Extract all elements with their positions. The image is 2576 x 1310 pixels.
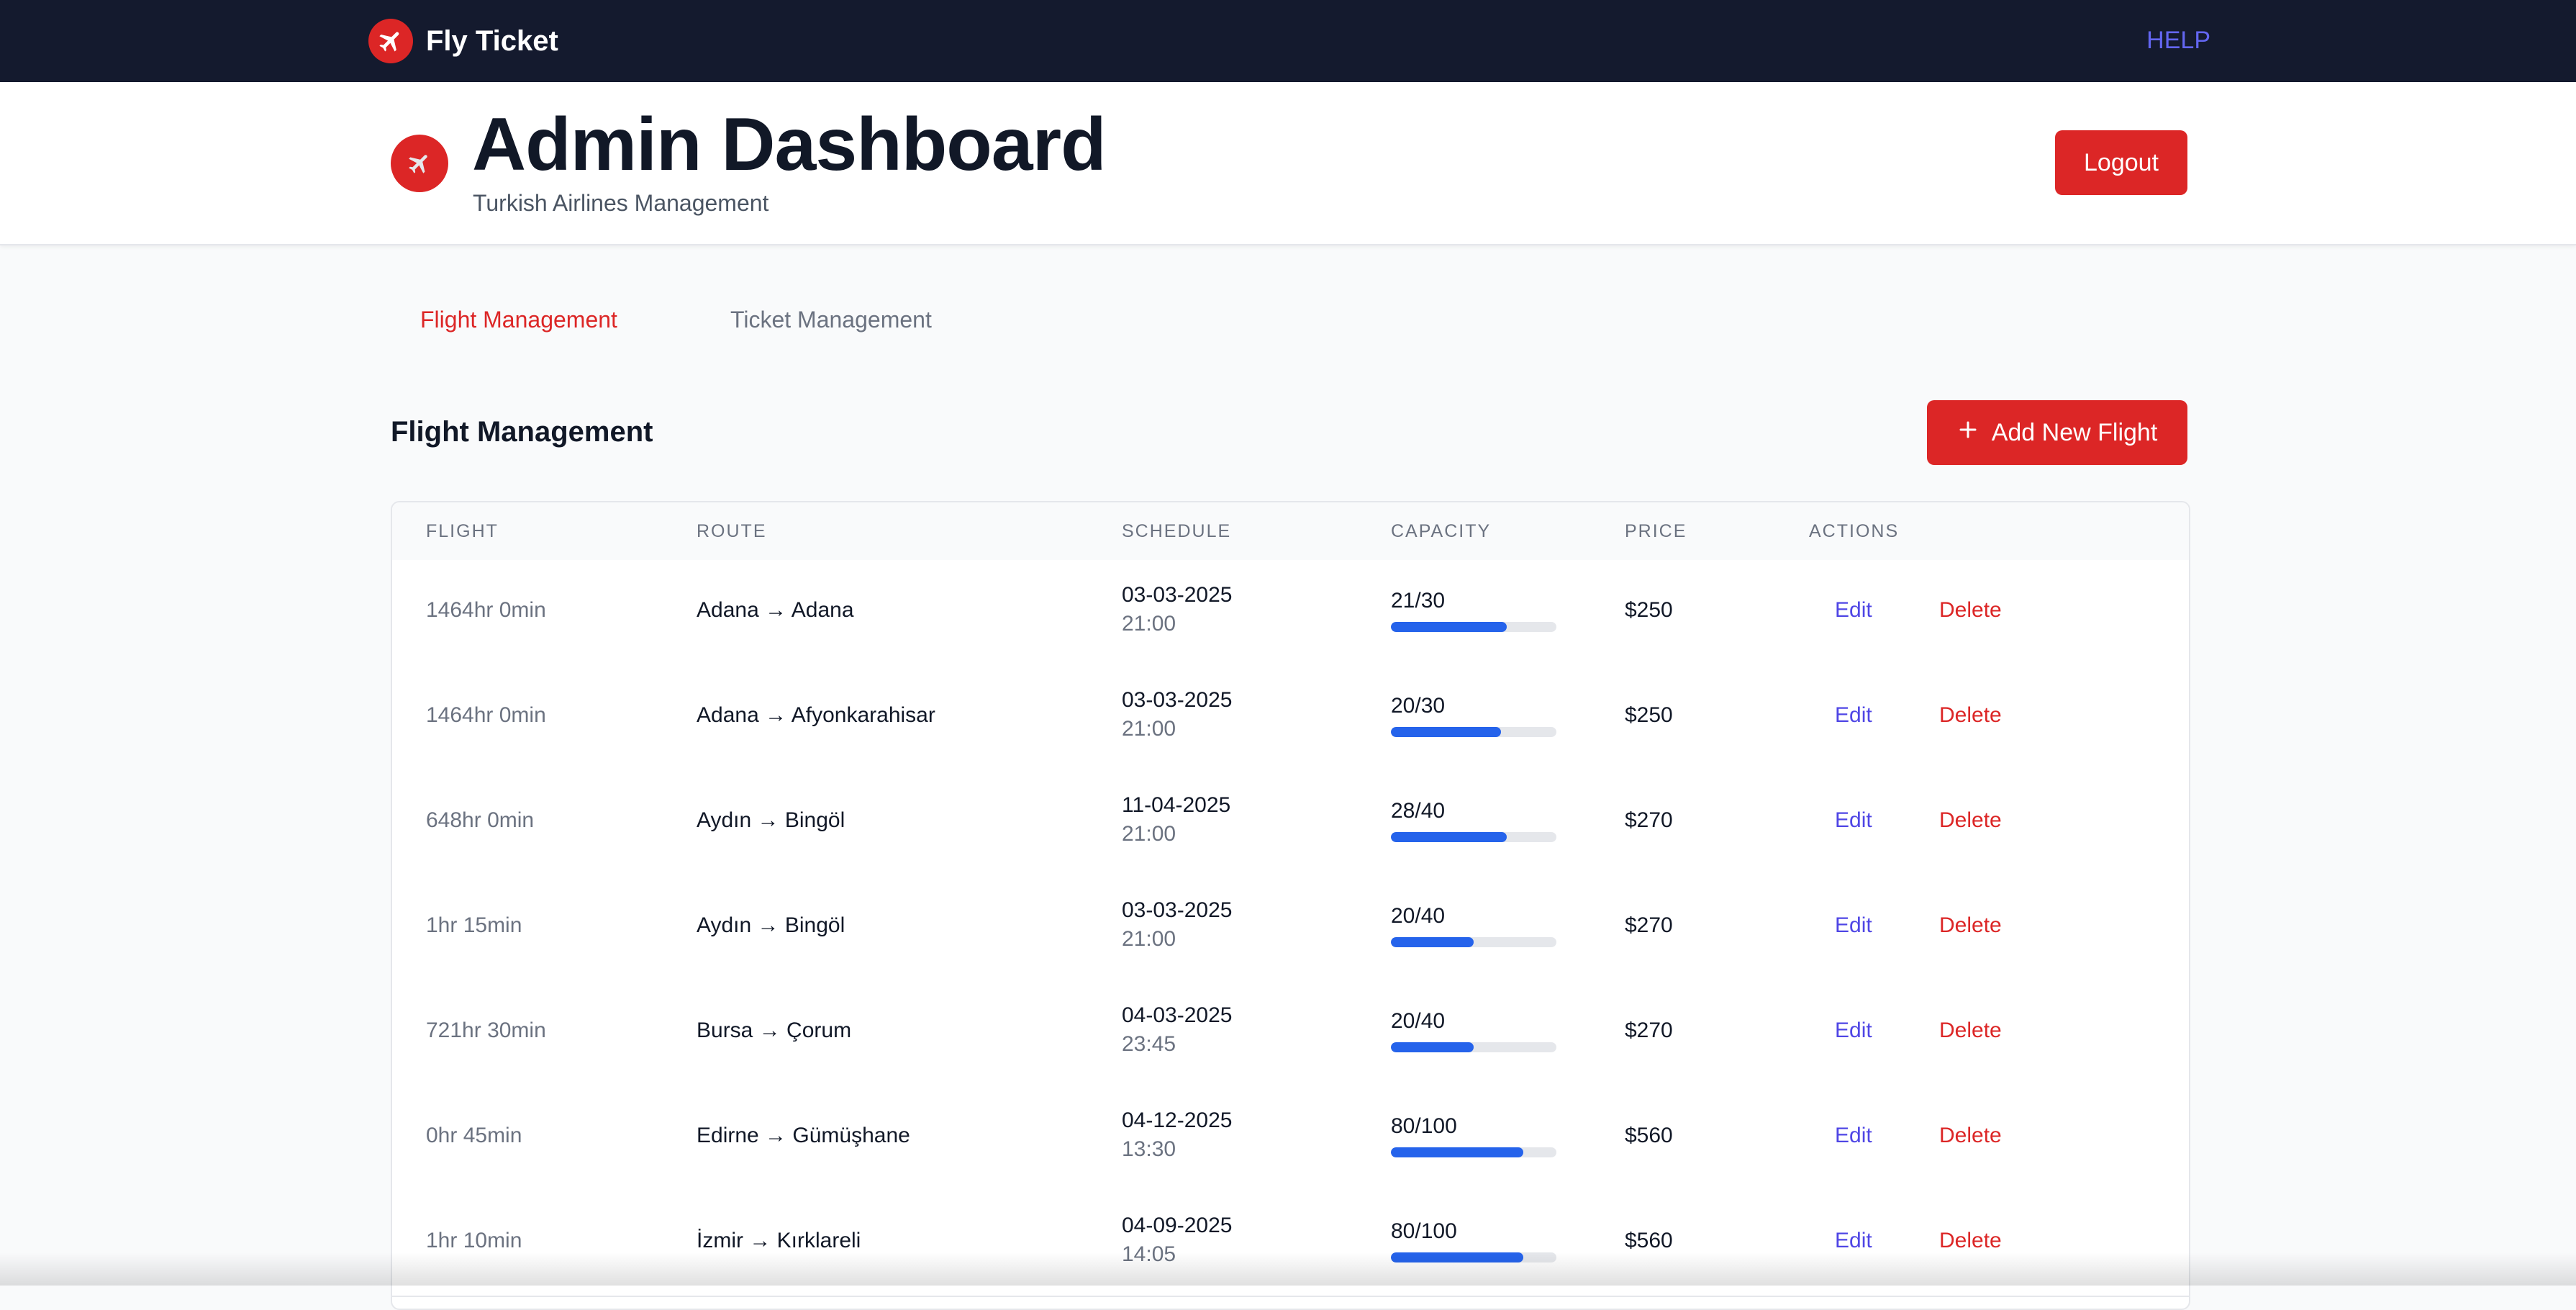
flights-table: FLIGHT ROUTE SCHEDULE CAPACITY PRICE ACT… bbox=[391, 501, 2190, 1310]
flight-route: Aydın → Bingöl bbox=[697, 808, 845, 832]
table-header: FLIGHT ROUTE SCHEDULE CAPACITY PRICE ACT… bbox=[392, 502, 2189, 561]
edit-button[interactable]: Edit bbox=[1835, 1124, 1872, 1148]
flight-price: $250 bbox=[1625, 703, 1673, 727]
delete-button[interactable]: Delete bbox=[1939, 1124, 2002, 1148]
flight-time: 21:00 bbox=[1122, 612, 1176, 636]
table-row: 721hr 30min Bursa → Çorum 04-03-2025 23:45 2… bbox=[392, 980, 2189, 1087]
plus-icon bbox=[1957, 419, 1979, 447]
airplane-emoji-icon bbox=[391, 135, 448, 192]
flight-duration: 0hr 45min bbox=[426, 1124, 522, 1147]
flight-duration: 1464hr 0min bbox=[426, 703, 546, 727]
capacity-text: 20/40 bbox=[1391, 904, 1446, 928]
delete-button[interactable]: Delete bbox=[1939, 598, 2002, 623]
logout-button[interactable]: Logout bbox=[2055, 130, 2187, 195]
capacity-text: 20/30 bbox=[1391, 694, 1446, 718]
flight-price: $250 bbox=[1625, 598, 1673, 622]
flight-time: 21:00 bbox=[1122, 822, 1176, 846]
delete-button[interactable]: Delete bbox=[1939, 1018, 2002, 1043]
flight-route: Adana → Afyonkarahisar bbox=[697, 703, 935, 727]
flight-date: 04-09-2025 bbox=[1122, 1214, 1233, 1237]
page-subtitle: Turkish Airlines Management bbox=[473, 190, 769, 216]
flight-date: 04-12-2025 bbox=[1122, 1108, 1233, 1132]
help-link[interactable]: HELP bbox=[2146, 27, 2210, 55]
capacity-bar-fill bbox=[1391, 727, 1502, 737]
table-row: 1464hr 0min Adana → Adana 03-03-2025 21:00 2… bbox=[392, 560, 2189, 667]
flight-date: 03-03-2025 bbox=[1122, 688, 1233, 712]
table-row: 648hr 0min Aydın → Bingöl 11-04-2025 21:00 2… bbox=[392, 770, 2189, 877]
flight-time: 21:00 bbox=[1122, 717, 1176, 741]
flight-date: 04-03-2025 bbox=[1122, 1003, 1233, 1027]
capacity-text: 20/40 bbox=[1391, 1009, 1446, 1033]
tab-ticket-management[interactable]: Ticket Management bbox=[730, 307, 932, 333]
capacity-bar bbox=[1391, 832, 1556, 842]
capacity-text: 80/100 bbox=[1391, 1114, 1457, 1138]
brand[interactable]: Fly Ticket bbox=[368, 19, 558, 63]
capacity-bar bbox=[1391, 622, 1556, 632]
column-header-flight: FLIGHT bbox=[426, 521, 499, 541]
capacity-bar bbox=[1391, 727, 1556, 737]
page-title: Admin Dashboard bbox=[472, 103, 1107, 186]
section-title: Flight Management bbox=[391, 416, 653, 448]
flight-route: Bursa → Çorum bbox=[697, 1018, 852, 1042]
capacity-bar-fill bbox=[1391, 937, 1474, 947]
flight-duration: 1464hr 0min bbox=[426, 598, 546, 622]
edit-button[interactable]: Edit bbox=[1835, 1229, 1872, 1253]
delete-button[interactable]: Delete bbox=[1939, 1229, 2002, 1253]
flight-duration: 1hr 15min bbox=[426, 913, 522, 937]
flight-route: İzmir → Kırklareli bbox=[697, 1229, 861, 1252]
top-navbar: Fly Ticket HELP bbox=[0, 0, 2576, 82]
table-row: 0hr 45min Edirne → Gümüşhane 04-12-2025 13:… bbox=[392, 1085, 2189, 1192]
bottom-fade bbox=[0, 1252, 2576, 1286]
delete-button[interactable]: Delete bbox=[1939, 703, 2002, 728]
brand-name: Fly Ticket bbox=[426, 24, 558, 57]
flight-duration: 1hr 10min bbox=[426, 1229, 522, 1252]
tab-flight-management[interactable]: Flight Management bbox=[420, 307, 617, 333]
column-header-price: PRICE bbox=[1625, 521, 1687, 541]
delete-button[interactable]: Delete bbox=[1939, 808, 2002, 833]
column-header-capacity: CAPACITY bbox=[1391, 521, 1492, 541]
capacity-text: 80/100 bbox=[1391, 1219, 1457, 1243]
capacity-bar bbox=[1391, 1147, 1556, 1157]
flight-route: Aydın → Bingöl bbox=[697, 913, 845, 937]
flight-date: 03-03-2025 bbox=[1122, 583, 1233, 607]
airplane-icon bbox=[368, 19, 413, 63]
edit-button[interactable]: Edit bbox=[1835, 808, 1872, 833]
capacity-bar-fill bbox=[1391, 832, 1507, 842]
flight-price: $270 bbox=[1625, 913, 1673, 937]
flight-time: 23:45 bbox=[1122, 1032, 1176, 1056]
flight-price: $560 bbox=[1625, 1229, 1673, 1252]
capacity-bar bbox=[1391, 937, 1556, 947]
flight-price: $270 bbox=[1625, 1018, 1673, 1042]
edit-button[interactable]: Edit bbox=[1835, 598, 1872, 623]
flight-route: Adana → Adana bbox=[697, 598, 854, 622]
capacity-bar-fill bbox=[1391, 622, 1507, 632]
table-row: 1464hr 0min Adana → Afyonkarahisar 03-03-2… bbox=[392, 665, 2189, 772]
capacity-bar bbox=[1391, 1042, 1556, 1052]
column-header-actions: ACTIONS bbox=[1809, 521, 1900, 541]
flight-duration: 721hr 30min bbox=[426, 1018, 546, 1042]
add-new-flight-button[interactable]: Add New Flight bbox=[1927, 400, 2187, 465]
flight-duration: 648hr 0min bbox=[426, 808, 535, 832]
tab-bar: Flight Management Ticket Management bbox=[0, 307, 2576, 343]
column-header-route: ROUTE bbox=[697, 521, 767, 541]
capacity-text: 28/40 bbox=[1391, 799, 1446, 823]
flight-date: 03-03-2025 bbox=[1122, 898, 1233, 922]
edit-button[interactable]: Edit bbox=[1835, 913, 1872, 938]
add-new-flight-label: Add New Flight bbox=[1991, 418, 2158, 446]
edit-button[interactable]: Edit bbox=[1835, 1018, 1872, 1043]
capacity-bar-fill bbox=[1391, 1147, 1523, 1157]
flight-route: Edirne → Gümüşhane bbox=[697, 1124, 910, 1147]
flight-date: 11-04-2025 bbox=[1122, 793, 1231, 817]
edit-button[interactable]: Edit bbox=[1835, 703, 1872, 728]
flight-price: $560 bbox=[1625, 1124, 1673, 1147]
delete-button[interactable]: Delete bbox=[1939, 913, 2002, 938]
column-header-schedule: SCHEDULE bbox=[1122, 521, 1232, 541]
flight-price: $270 bbox=[1625, 808, 1673, 832]
capacity-text: 21/30 bbox=[1391, 589, 1446, 613]
capacity-bar-fill bbox=[1391, 1042, 1474, 1052]
flight-time: 13:30 bbox=[1122, 1137, 1176, 1161]
table-row: 1hr 15min Aydın → Bingöl 03-03-2025 21:00 20… bbox=[392, 875, 2189, 982]
page-header: Admin Dashboard Turkish Airlines Managem… bbox=[0, 82, 2576, 245]
flight-time: 21:00 bbox=[1122, 927, 1176, 951]
